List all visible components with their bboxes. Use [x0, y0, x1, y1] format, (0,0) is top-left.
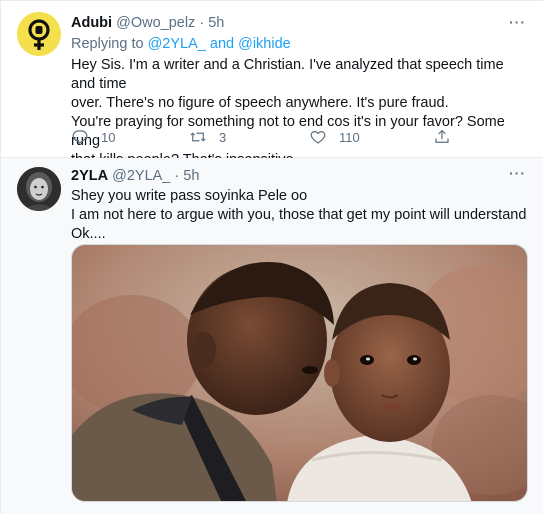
mention-and[interactable]: and	[210, 36, 234, 52]
tweet-photo[interactable]	[71, 244, 528, 502]
tweet-header: Adubi @Owo_pelz · 5h	[71, 15, 224, 31]
tweet-text-line: I am not here to argue with you, those t…	[71, 207, 527, 223]
female-symbol-fist-icon	[17, 12, 61, 56]
timestamp[interactable]: 5h	[183, 168, 199, 184]
tweet-actions: 10 3 110	[71, 128, 471, 150]
two-children-photo	[72, 245, 527, 501]
separator: ·	[174, 168, 180, 184]
tweet-text: Hey Sis. I'm a writer and a Christian. I…	[71, 56, 531, 170]
tweet-text: Shey you write pass soyinka Pele oo I am…	[71, 187, 531, 244]
handle[interactable]: @Owo_pelz	[116, 15, 195, 31]
retweet-count: 3	[219, 129, 227, 145]
separator: ·	[199, 15, 205, 31]
retweet-icon	[190, 132, 206, 142]
display-name[interactable]: Adubi	[71, 15, 112, 31]
tweet-header: 2YLA @2YLA_ · 5h	[71, 168, 199, 184]
heart-icon	[310, 131, 326, 144]
avatar[interactable]	[17, 167, 61, 211]
tweet-text-line: Shey you write pass soyinka Pele oo	[71, 188, 308, 204]
tweet-text-line: Hey Sis. I'm a writer and a Christian. I…	[71, 57, 504, 92]
tweet-thread: Adubi @Owo_pelz · 5h ··· Replying to @2Y…	[0, 0, 543, 514]
profile-photo-icon	[17, 167, 61, 211]
replying-to: Replying to @2YLA_ and @ikhide	[71, 36, 291, 52]
reply-icon	[72, 130, 88, 145]
share-icon	[435, 129, 449, 143]
replying-prefix: Replying to	[71, 36, 144, 52]
like-button[interactable]: 110	[309, 128, 360, 146]
display-name[interactable]: 2YLA	[71, 168, 108, 184]
timestamp[interactable]: 5h	[208, 15, 224, 31]
more-options-button[interactable]: ···	[509, 14, 526, 30]
share-button[interactable]	[433, 128, 451, 146]
reply-button[interactable]: 10	[71, 128, 115, 146]
handle[interactable]: @2YLA_	[112, 168, 170, 184]
avatar[interactable]	[17, 12, 61, 56]
mention-link[interactable]: @ikhide	[238, 36, 291, 52]
tweet-text-line: Ok....	[71, 226, 106, 242]
more-options-button[interactable]: ···	[509, 165, 526, 181]
reply-count: 10	[101, 129, 116, 145]
retweet-button[interactable]: 3	[189, 128, 226, 146]
mention-link[interactable]: @2YLA_	[148, 36, 206, 52]
tweet-text-line: over. There's no figure of speech anywhe…	[71, 95, 449, 111]
like-count: 110	[339, 129, 360, 145]
